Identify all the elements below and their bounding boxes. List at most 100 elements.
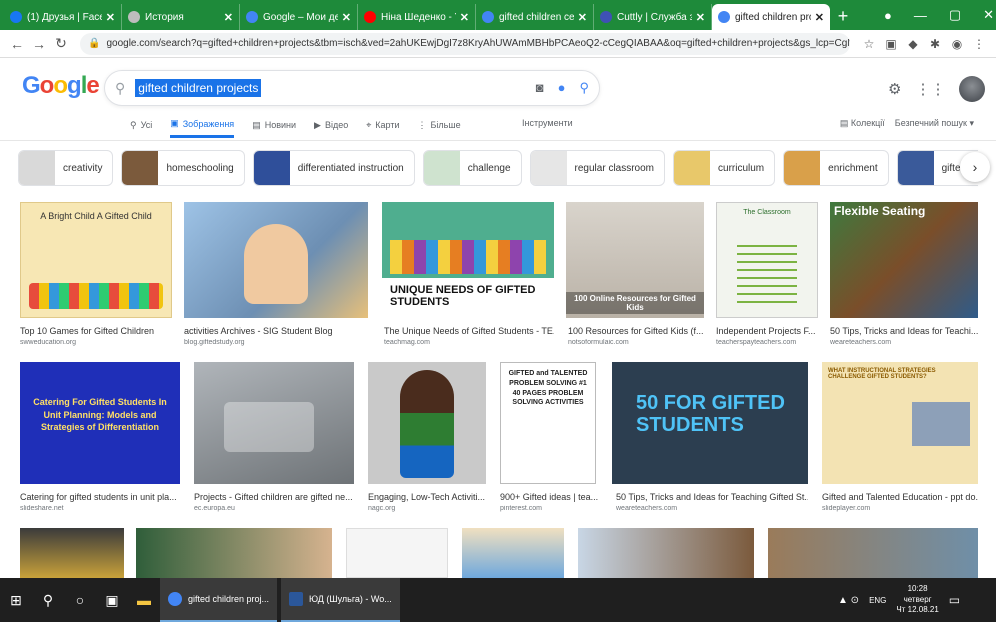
result-image[interactable] bbox=[462, 528, 564, 578]
notifications-icon[interactable]: ▭ bbox=[949, 593, 960, 607]
new-tab-button[interactable]: + bbox=[830, 4, 856, 30]
result-image[interactable]: Catering For Gifted Students In Unit Pla… bbox=[20, 362, 180, 484]
taskbar-app-chrome[interactable]: gifted children proj... bbox=[160, 578, 278, 622]
file-explorer-icon[interactable]: ▬ bbox=[128, 578, 160, 622]
windows-start-icon[interactable]: ⊞ bbox=[0, 578, 32, 622]
chip[interactable]: curriculum bbox=[673, 150, 776, 186]
back-icon[interactable]: ← bbox=[6, 36, 28, 52]
chip[interactable]: challenge bbox=[422, 150, 522, 186]
chevron-right-icon[interactable]: › bbox=[960, 152, 990, 182]
chip[interactable]: differentiated instruction bbox=[252, 150, 415, 186]
collections-link[interactable]: ▤ Колекції bbox=[840, 118, 885, 129]
result-caption[interactable]: 50 Tips, Tricks and Ideas for Teaching G… bbox=[616, 492, 808, 502]
tab-news[interactable]: ▤ Новини bbox=[252, 118, 296, 138]
chip[interactable]: enrichment bbox=[783, 150, 889, 186]
profile-icon[interactable]: ◉ bbox=[946, 33, 968, 55]
tab-all[interactable]: ⚲ Усі bbox=[130, 118, 152, 138]
result-image[interactable] bbox=[346, 528, 448, 578]
extension-icon[interactable]: ▣ bbox=[880, 33, 902, 55]
tab-more[interactable]: ⋮ Більше bbox=[418, 118, 461, 138]
maximize-icon[interactable]: ▢ bbox=[949, 7, 961, 23]
avatar[interactable] bbox=[959, 76, 986, 102]
result-caption[interactable]: The Unique Needs of Gifted Students - TE… bbox=[384, 326, 554, 336]
apps-grid-icon[interactable]: ⋮⋮ bbox=[915, 80, 945, 98]
result-image[interactable]: 100 Online Resources for Gifted Kids bbox=[566, 202, 704, 318]
chip[interactable]: homeschooling bbox=[121, 150, 245, 186]
chip[interactable]: regular classroom bbox=[529, 150, 666, 186]
result-image[interactable] bbox=[20, 528, 124, 578]
close-icon[interactable]: ✕ bbox=[815, 11, 824, 24]
close-icon[interactable]: ✕ bbox=[342, 11, 351, 24]
puzzle-icon[interactable]: ✱ bbox=[924, 33, 946, 55]
result-image[interactable] bbox=[184, 202, 368, 318]
browser-tab-active[interactable]: gifted children proj ✕ bbox=[712, 4, 830, 30]
close-icon[interactable]: ✕ bbox=[696, 11, 705, 24]
safe-search-link[interactable]: Безпечний пошук ▾ bbox=[895, 118, 974, 129]
result-image[interactable]: A Bright Child A Gifted Child bbox=[20, 202, 172, 318]
star-icon[interactable]: ☆ bbox=[858, 33, 880, 55]
result-caption[interactable]: 900+ Gifted ideas | tea... bbox=[500, 492, 600, 502]
result-image[interactable] bbox=[368, 362, 486, 484]
result-image[interactable] bbox=[768, 528, 978, 578]
clock[interactable]: 10:28 четверг Чт 12.08.21 bbox=[896, 584, 938, 615]
tab-video[interactable]: ▶ Відео bbox=[314, 118, 348, 138]
result-image[interactable]: 50 FOR GIFTED STUDENTS bbox=[612, 362, 808, 484]
tray-icons[interactable]: ▲ ⊙ bbox=[838, 595, 859, 606]
close-icon[interactable]: ✕ bbox=[224, 11, 233, 24]
browser-tab[interactable]: gifted children cer ✕ bbox=[476, 4, 594, 30]
taskbar-app-word[interactable]: ЮД (Шульга) - Wo... bbox=[281, 578, 400, 622]
settings-icon[interactable]: ⚙ bbox=[888, 80, 901, 98]
menu-icon[interactable]: ⋮ bbox=[968, 33, 990, 55]
camera-icon[interactable]: ◙ bbox=[536, 80, 544, 96]
task-view-icon[interactable]: ▣ bbox=[96, 578, 128, 622]
tab-maps[interactable]: ⌖ Карти bbox=[366, 118, 399, 138]
browser-tab[interactable]: Ніна Шеденко - Y ✕ bbox=[358, 4, 476, 30]
url-field[interactable]: 🔒 google.com/search?q=gifted+children+pr… bbox=[80, 32, 850, 55]
browser-tab[interactable]: (1) Друзья | Faceb✕ bbox=[4, 4, 122, 30]
result-caption[interactable]: Gifted and Talented Education - ppt do..… bbox=[822, 492, 978, 502]
search-submit-icon[interactable]: ⚲ bbox=[579, 80, 589, 96]
result-caption[interactable]: Engaging, Low-Tech Activiti... bbox=[368, 492, 486, 502]
tab-images[interactable]: ▣ Зображення bbox=[170, 118, 235, 138]
result-caption[interactable]: 50 Tips, Tricks and Ideas for Teachi... bbox=[830, 326, 978, 336]
result-caption[interactable]: activities Archives - SIG Student Blog bbox=[184, 326, 368, 336]
result-image[interactable] bbox=[578, 528, 754, 578]
close-icon[interactable]: ✕ bbox=[578, 11, 587, 24]
language-indicator[interactable]: ENG bbox=[869, 596, 886, 605]
result-caption[interactable]: Projects - Gifted children are gifted ne… bbox=[194, 492, 354, 502]
result-caption[interactable]: 100 Resources for Gifted Kids (f... bbox=[568, 326, 704, 336]
cortana-icon[interactable]: ○ bbox=[64, 578, 96, 622]
reload-icon[interactable]: ↻ bbox=[50, 35, 72, 52]
result-caption[interactable]: Independent Projects F... bbox=[716, 326, 818, 336]
minimize-icon[interactable]: — bbox=[914, 8, 927, 23]
browser-tab[interactable]: Cuttly | Служба за ✕ bbox=[594, 4, 712, 30]
result-image[interactable]: GIFTED and TALENTED PROBLEM SOLVING #1 4… bbox=[500, 362, 596, 484]
google-logo[interactable]: Google bbox=[22, 72, 100, 100]
result-source: teachmag.com bbox=[384, 339, 430, 346]
google-icon bbox=[482, 11, 494, 23]
browser-tab[interactable]: Google – Мои дейс✕ bbox=[240, 4, 358, 30]
close-icon[interactable]: ✕ bbox=[106, 11, 115, 24]
browser-tab[interactable]: История ✕ bbox=[122, 4, 240, 30]
close-icon[interactable]: ✕ bbox=[460, 11, 469, 24]
search-icon[interactable]: ⚲ bbox=[32, 578, 64, 622]
close-window-icon[interactable]: ✕ bbox=[983, 7, 994, 23]
result-caption[interactable]: Catering for gifted students in unit pla… bbox=[20, 492, 180, 502]
result-image[interactable] bbox=[194, 362, 354, 484]
extension-icon[interactable]: ◆ bbox=[902, 33, 924, 55]
result-image[interactable]: Flexible Seating bbox=[830, 202, 978, 318]
forward-icon[interactable]: → bbox=[28, 36, 50, 52]
result-image[interactable] bbox=[136, 528, 332, 578]
result-source: notsoformulaic.com bbox=[568, 339, 629, 346]
result-caption[interactable]: Top 10 Games for Gifted Children bbox=[20, 326, 172, 336]
result-source: ec.europa.eu bbox=[194, 505, 235, 512]
chip[interactable]: creativity bbox=[18, 150, 114, 186]
video-icon: ▶ bbox=[314, 119, 321, 130]
search-input[interactable]: ⚲ gifted children projects ◙ ● ⚲ bbox=[104, 70, 600, 106]
profile-dot-icon[interactable]: ● bbox=[884, 8, 892, 23]
result-image[interactable]: UNIQUE NEEDS OF GIFTED STUDENTS bbox=[382, 202, 554, 318]
microphone-icon[interactable]: ● bbox=[558, 80, 566, 96]
result-image[interactable]: WHAT INSTRUCTIONAL STRATEGIES CHALLENGE … bbox=[822, 362, 978, 484]
result-image[interactable]: The Classroom bbox=[716, 202, 818, 318]
tools-button[interactable]: Інструменти bbox=[522, 118, 573, 128]
